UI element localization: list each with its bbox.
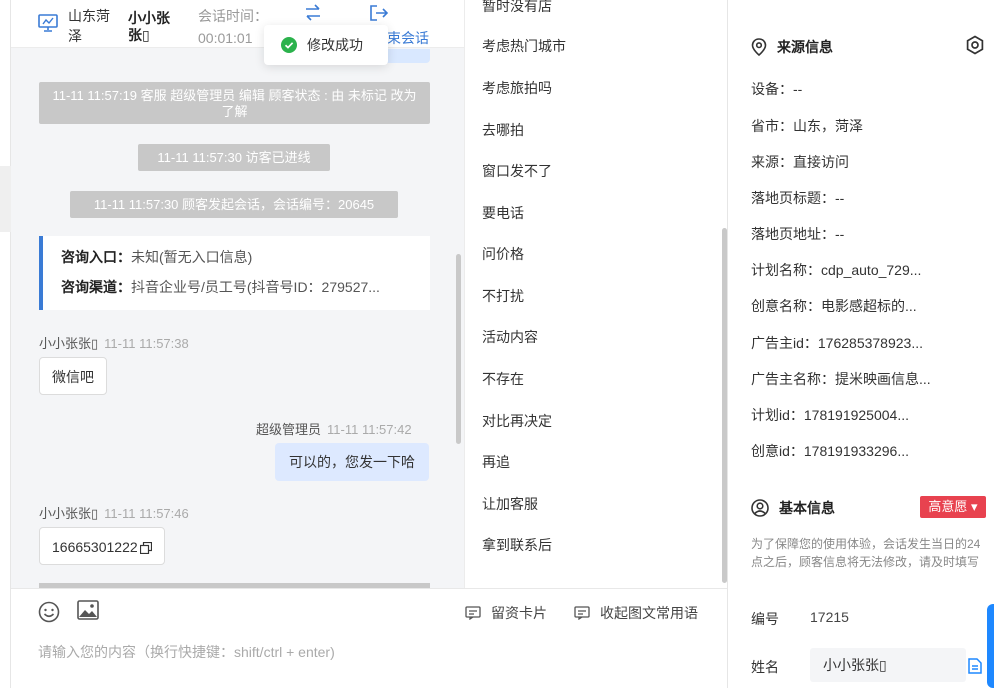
source-row-advertiser-id: 广告主id：176285378923... [751, 335, 923, 351]
chat-header: 山东菏泽 小小张张▯ 会话时间： 00:01:01 束会话 [11, 0, 464, 48]
session-time-label: 会话时间： [198, 8, 268, 24]
message-sender: 小小张张▯ [39, 336, 99, 351]
customer-id-label: 编号 [751, 611, 779, 627]
quick-phrase-item[interactable]: 不打扰 [482, 286, 524, 306]
chat-scrollbar[interactable] [456, 254, 461, 444]
source-info-title: 来源信息 [751, 37, 833, 57]
message-sender: 超级管理员 [256, 422, 322, 437]
emoji-icon[interactable] [38, 601, 60, 623]
toast-message: 修改成功 [307, 37, 363, 53]
source-row-city: 省市：山东，菏泽 [751, 118, 863, 134]
source-row-plan-id: 计划id：178191925004... [751, 407, 909, 423]
customer-name-field[interactable]: 小小张张▯ [810, 648, 966, 682]
quick-phrase-item[interactable]: 考虑热门城市 [482, 36, 566, 56]
user-circle-icon [751, 499, 769, 517]
consult-entry-value: 未知(暂无入口信息) [131, 249, 253, 265]
source-row-advertiser-name: 广告主名称：提米映画信息... [751, 371, 931, 387]
message-icon [574, 606, 590, 620]
message-bubble-customer[interactable]: 16665301222 [39, 527, 165, 565]
end-session-button[interactable]: 束会话 [387, 28, 429, 48]
message-input-area: 留资卡片 收起图文常用语 请输入您的内容（换行快捷键：shift/ctrl + … [11, 588, 727, 688]
source-row-landing-title: 落地页标题：-- [751, 190, 845, 206]
edit-notice: 为了保障您的使用体验，会话发生当日的24点之后，顾客信息将无法修改，请及时填写 [751, 537, 981, 569]
message-bubble-agent[interactable]: 可以的，您发一下哈 [275, 443, 429, 481]
consult-channel-row: 咨询渠道：抖音企业号/员工号(抖音号ID：279527... [61, 277, 416, 297]
phone-number-text: 16665301222 [52, 539, 138, 555]
collapse-phrases-button[interactable]: 收起图文常用语 [574, 603, 698, 623]
session-time-value: 00:01:01 [198, 30, 253, 46]
message-meta: 小小张张▯ 11-11 11:57:38 [39, 333, 189, 352]
left-nav-strip [0, 0, 11, 688]
exit-icon[interactable] [369, 4, 389, 22]
location-pin-icon [751, 38, 767, 56]
quick-phrase-item[interactable]: 窗口发不了 [482, 161, 552, 181]
quick-phrases-panel: 暂时没有店 考虑热门城市 考虑旅拍吗 去哪拍 窗口发不了 要电话 问价格 不打扰… [464, 0, 727, 588]
source-row-creative-name: 创意名称：电影感超标的... [751, 298, 917, 314]
settings-gear-icon[interactable] [965, 35, 985, 55]
system-message: 11-11 11:57:30 顾客发起会话，会话编号：20645 [70, 191, 398, 218]
quick-phrase-item[interactable]: 问价格 [482, 244, 524, 264]
source-row-plan-name: 计划名称：cdp_auto_729... [751, 262, 922, 278]
basic-info-label: 基本信息 [779, 500, 835, 516]
quick-phrase-item[interactable]: 让加客服 [482, 494, 538, 514]
quick-phrase-item[interactable]: 对比再决定 [482, 411, 552, 431]
customer-id-value: 17215 [810, 609, 849, 625]
source-info-label: 来源信息 [777, 39, 833, 55]
customer-location: 山东菏泽 [68, 8, 110, 44]
message-sender: 小小张张▯ [39, 506, 99, 521]
quick-phrase-item[interactable]: 活动内容 [482, 327, 538, 347]
source-row-device: 设备：-- [751, 81, 803, 97]
message-input[interactable]: 请输入您的内容（换行快捷键：shift/ctrl + enter) [38, 642, 335, 662]
copy-name-icon[interactable] [968, 658, 982, 674]
message-time: 11-11 11:57:46 [104, 506, 189, 521]
quick-phrase-item[interactable]: 拿到联系后 [482, 535, 552, 555]
basic-info-title: 基本信息 [751, 498, 835, 518]
customer-info-panel: 来源信息 设备：-- 省市：山东，菏泽 来源：直接访问 落地页标题：-- 落地页… [727, 0, 994, 688]
lead-card-button[interactable]: 留资卡片 [465, 603, 547, 623]
success-check-icon [281, 37, 297, 53]
collapse-phrases-label: 收起图文常用语 [600, 605, 698, 621]
copy-icon[interactable] [139, 542, 152, 555]
message-meta: 超级管理员 11-11 11:57:42 [256, 419, 412, 438]
app-root: 山东菏泽 小小张张▯ 会话时间： 00:01:01 束会话 11-11 11:5… [0, 0, 994, 688]
floating-edge-tab[interactable] [987, 604, 994, 688]
message-time: 11-11 11:57:38 [104, 336, 189, 351]
consult-info-card: 咨询入口：未知(暂无入口信息) 咨询渠道：抖音企业号/员工号(抖音号ID：279… [39, 236, 430, 310]
consult-channel-label: 咨询渠道： [61, 279, 131, 295]
quick-phrase-item[interactable]: 要电话 [482, 203, 524, 223]
consult-entry-row: 咨询入口：未知(暂无入口信息) [61, 247, 416, 267]
customer-name-label: 姓名 [751, 659, 779, 675]
quick-phrase-item[interactable]: 考虑旅拍吗 [482, 78, 552, 98]
lead-card-label: 留资卡片 [491, 605, 547, 621]
success-toast: 修改成功 [264, 25, 388, 65]
quick-phrase-item[interactable]: 暂时没有店 [482, 0, 552, 16]
chat-panel: 山东菏泽 小小张张▯ 会话时间： 00:01:01 束会话 11-11 11:5… [11, 0, 464, 588]
transfer-icon[interactable] [303, 4, 323, 22]
card-icon [465, 606, 481, 620]
message-meta: 小小张张▯ 11-11 11:57:46 [39, 503, 189, 522]
source-row-creative-id: 创意id：178191933296... [751, 443, 909, 459]
image-icon[interactable] [77, 600, 99, 620]
customer-name: 小小张张▯ [128, 10, 170, 43]
source-row-landing-url: 落地页地址：-- [751, 226, 845, 242]
quick-phrase-item[interactable]: 再追 [482, 452, 510, 472]
left-nav-active[interactable] [0, 166, 11, 232]
source-row-origin: 来源：直接访问 [751, 154, 849, 170]
message-time: 11-11 11:57:42 [327, 422, 412, 437]
message-bubble-customer[interactable]: 微信吧 [39, 357, 107, 395]
consult-channel-value: 抖音企业号/员工号(抖音号ID：279527... [131, 279, 380, 295]
quick-phrase-item[interactable]: 不存在 [482, 369, 524, 389]
monitor-icon [38, 14, 58, 32]
quick-phrase-item[interactable]: 去哪拍 [482, 120, 524, 140]
system-message: 11-11 11:57:30 访客已进线 [138, 144, 330, 171]
system-message: 11-11 11:57:19 客服 超级管理员 编辑 顾客状态 : 由 未标记 … [39, 82, 430, 124]
intent-level-dropdown[interactable]: 高意愿 ▾ [920, 496, 986, 518]
consult-entry-label: 咨询入口： [61, 249, 131, 265]
